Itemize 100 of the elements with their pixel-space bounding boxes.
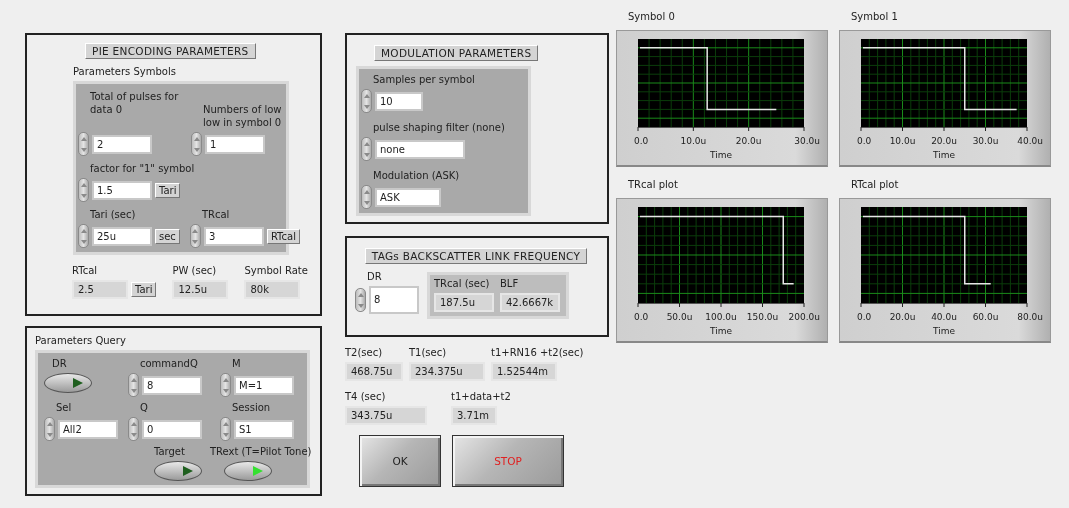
input-field[interactable]: M=1	[234, 375, 294, 395]
tick-label: 40.0u	[931, 312, 957, 322]
section-label: Parameters Symbols	[73, 65, 177, 78]
spin-buttons[interactable]	[220, 373, 231, 397]
panel-title: PIE ENCODING PARAMETERS	[85, 43, 256, 59]
tick-label: 30.0u	[972, 136, 999, 146]
ok-button[interactable]: OK	[359, 435, 441, 487]
input-field[interactable]: 8	[369, 286, 419, 314]
unit-label: sec	[155, 228, 180, 244]
field-label: DR	[366, 270, 383, 283]
field-label: Session	[231, 401, 272, 414]
input-field[interactable]: 8	[142, 375, 202, 395]
indicator-label: T4 (sec)	[345, 390, 387, 403]
value-display: 2.5	[72, 280, 128, 299]
graph-title: Symbol 0	[628, 11, 676, 24]
tick-label: 20.0u	[735, 136, 762, 146]
indicator-label: t1+data+t2	[451, 390, 511, 403]
field-label: pulse shaping filter (none)	[372, 121, 506, 134]
panel-title: TAGs BACKSCATTER LINK FREQUENCY	[364, 248, 588, 264]
field-label: TRcal	[200, 208, 231, 221]
input-field[interactable]: 10	[375, 91, 423, 111]
field-label: Modulation (ASK)	[372, 169, 461, 182]
graph-title: TRcal plot	[628, 179, 679, 192]
input-field[interactable]: 25u	[92, 226, 152, 246]
tick-label: 40.0u	[1017, 136, 1043, 146]
indicator-label: BLF	[500, 277, 520, 290]
spin-buttons[interactable]	[191, 132, 202, 156]
indicator-label: Symbol Rate	[244, 264, 308, 277]
input-field[interactable]: 1.5	[92, 180, 152, 200]
value-display: 187.5u	[434, 293, 494, 312]
tick-label: 20.0u	[931, 136, 957, 146]
axis-label: Time	[710, 326, 732, 336]
toggle-switch[interactable]	[44, 373, 92, 393]
spin-buttons[interactable]	[355, 288, 366, 312]
field-label: Total of pulses for data 0	[89, 90, 180, 116]
input-field[interactable]: none	[375, 139, 465, 159]
input-field[interactable]: 0	[142, 419, 202, 439]
indicator-label: T1(sec)	[409, 346, 448, 359]
spin-buttons[interactable]	[128, 417, 139, 441]
spin-buttons[interactable]	[78, 132, 89, 156]
indicator-label: RTcal	[72, 264, 99, 277]
input-field[interactable]: 2	[92, 134, 152, 154]
tick-label: 0.0	[857, 136, 872, 146]
tick-label: 10.0u	[889, 136, 916, 146]
axis-label: Time	[933, 150, 955, 160]
axis-label: Time	[933, 326, 955, 336]
switch-label: TRext (T=Pilot Tone)	[210, 445, 312, 458]
panel-title: MODULATION PARAMETERS	[374, 45, 539, 61]
axis-label: Time	[710, 150, 732, 160]
unit-label: Tari	[155, 182, 181, 198]
indicator-label: T2(sec)	[345, 346, 384, 359]
value-display: 80k	[244, 280, 301, 299]
spin-buttons[interactable]	[189, 224, 201, 248]
tick-label: 30.0u	[794, 136, 820, 146]
field-label: commandQ	[139, 357, 199, 370]
unit-label: Tari	[131, 282, 157, 297]
value-display: 1.52544m	[491, 362, 557, 381]
spin-buttons[interactable]	[44, 417, 55, 441]
field-label: Numbers of low low in symbol 0	[202, 103, 283, 129]
tick-label: 50.0u	[666, 312, 693, 322]
indicator-label: PW (sec)	[172, 264, 218, 277]
spin-buttons[interactable]	[78, 224, 89, 248]
tick-label: 10.0u	[680, 136, 707, 146]
value-display: 234.375u	[409, 362, 485, 381]
spin-buttons[interactable]	[361, 89, 372, 113]
value-display: 12.5u	[172, 280, 229, 299]
spin-buttons[interactable]	[361, 185, 372, 209]
tick-label: 80.0u	[1017, 312, 1043, 322]
tick-label: 20.0u	[889, 312, 916, 322]
field-label: factor for "1" symbol	[89, 162, 195, 175]
value-display: 42.6667k	[500, 293, 560, 312]
value-display: 3.71m	[451, 406, 497, 425]
unit-label: RTcal	[266, 228, 300, 244]
input-field[interactable]: ASK	[375, 187, 441, 207]
indicator-label: TRcal (sec)	[434, 277, 491, 290]
field-label: Q	[139, 401, 149, 414]
tick-label: 0.0	[857, 312, 872, 322]
tick-label: 60.0u	[972, 312, 999, 322]
graph-title: RTcal plot	[851, 179, 900, 192]
tick-label: 150.0u	[746, 312, 779, 322]
switch-label: Target	[154, 445, 186, 458]
toggle-switch[interactable]	[154, 461, 202, 481]
indicator-label: t1+RN16 +t2(sec)	[491, 346, 584, 359]
graph-title: Symbol 1	[851, 11, 899, 24]
input-field[interactable]: 1	[205, 134, 265, 154]
toggle-switch[interactable]	[224, 461, 272, 481]
spin-buttons[interactable]	[78, 178, 89, 202]
section-label: Parameters Query	[35, 334, 127, 347]
tick-label: 100.0u	[705, 312, 737, 322]
spin-buttons[interactable]	[128, 373, 139, 397]
field-label: Tari (sec)	[89, 208, 137, 221]
spin-buttons[interactable]	[220, 417, 231, 441]
tick-label: 200.0u	[788, 312, 820, 322]
value-display: 343.75u	[345, 406, 427, 425]
field-label: M	[231, 357, 242, 370]
input-field[interactable]: S1	[234, 419, 294, 439]
input-field[interactable]: All2	[58, 419, 118, 439]
spin-buttons[interactable]	[361, 137, 372, 161]
input-field[interactable]: 3	[203, 226, 264, 246]
field-label: Sel	[55, 401, 73, 414]
